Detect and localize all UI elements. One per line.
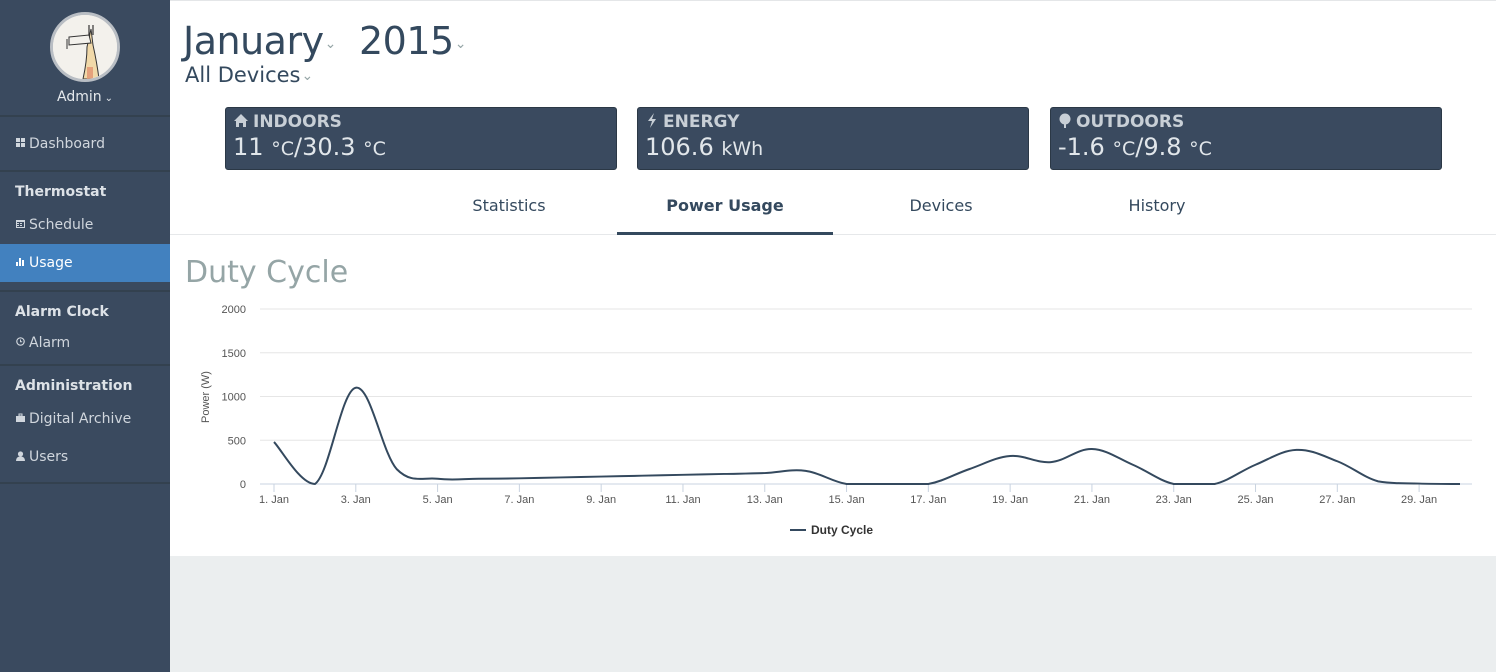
x-tick-label: 25. Jan <box>1237 494 1273 506</box>
duty-cycle-chart: 0 500 1000 1500 2000 1. Jan 3. Jan 5. Jan 7. Ja… <box>200 304 1472 537</box>
chevron-down-icon: ⌄ <box>104 93 113 104</box>
y-tick-label: 2000 <box>222 304 246 316</box>
giraffe-icon <box>53 15 117 79</box>
indoor-max-temp: 30.3 <box>302 133 356 161</box>
month-label: January <box>183 19 324 63</box>
stat-value: -1.6 °C/9.8 °C <box>1058 133 1434 161</box>
stat-value: 11 °C/30.3 °C <box>233 133 609 161</box>
page-background <box>170 556 1496 672</box>
unit-label: °C <box>271 138 294 160</box>
month-dropdown[interactable]: January⌄ <box>183 19 336 63</box>
sidebar-item-label: Dashboard <box>29 135 105 152</box>
tab-history[interactable]: History <box>1049 187 1265 235</box>
y-tick-label: 0 <box>240 479 246 491</box>
energy-value: 106.6 <box>645 133 714 161</box>
lightning-icon <box>645 112 659 132</box>
stat-label: ENERGY <box>663 112 740 132</box>
outdoor-min-temp: -1.6 <box>1058 133 1105 161</box>
user-icon <box>15 450 26 464</box>
stat-label: OUTDOORS <box>1076 112 1185 132</box>
x-tick-label: 21. Jan <box>1074 494 1110 506</box>
x-tick-label: 17. Jan <box>910 494 946 506</box>
x-tick-label: 19. Jan <box>992 494 1028 506</box>
y-tick-label: 1000 <box>222 392 246 404</box>
x-tick-label: 11. Jan <box>665 494 700 506</box>
x-tick-label: 5. Jan <box>423 494 453 506</box>
home-icon <box>233 113 249 132</box>
nav-section-alarm-clock: Alarm Clock Alarm <box>0 292 170 366</box>
legend-label: Duty Cycle <box>811 523 873 537</box>
sidebar-item-dashboard[interactable]: Dashboard <box>0 136 105 152</box>
tab-power-usage[interactable]: Power Usage <box>617 187 833 235</box>
sidebar-item-label: Users <box>29 449 69 465</box>
user-name: Admin <box>56 89 102 105</box>
main-content: January⌄ 2015⌄ All Devices⌄ INDOORS 11 °… <box>170 0 1496 556</box>
x-tick-label: 13. Jan <box>747 494 783 506</box>
date-selector: January⌄ 2015⌄ <box>183 19 466 63</box>
chart-title: Duty Cycle <box>185 255 349 290</box>
x-tick-label: 9. Jan <box>586 494 616 506</box>
year-label: 2015 <box>358 19 454 63</box>
tree-icon <box>1058 113 1072 132</box>
sidebar: Admin ⌄ Dashboard Thermostat Schedule Usa… <box>0 0 170 672</box>
x-tick-label: 29. Jan <box>1401 494 1437 506</box>
nav-section-thermostat: Thermostat Schedule Usage <box>0 172 170 292</box>
device-filter-label: All Devices <box>185 63 301 87</box>
calendar-icon <box>15 219 26 231</box>
x-tick-label: 15. Jan <box>829 494 865 506</box>
chevron-down-icon: ⌄ <box>324 35 337 52</box>
stat-label: INDOORS <box>253 112 342 132</box>
x-tick-label: 3. Jan <box>341 494 371 506</box>
y-tick-label: 1500 <box>222 348 246 360</box>
x-tick-label: 23. Jan <box>1156 494 1192 506</box>
nav-section-administration: Administration Digital Archive Users <box>0 366 170 484</box>
user-menu[interactable]: Admin ⌄ <box>0 89 170 105</box>
grid-icon <box>15 137 26 150</box>
sidebar-item-alarm[interactable]: Alarm <box>0 326 170 360</box>
x-tick-label: 1. Jan <box>259 494 289 506</box>
stat-value: 106.6 kWh <box>645 133 1021 161</box>
separator: / <box>293 133 303 161</box>
sidebar-item-schedule[interactable]: Schedule <box>0 206 170 244</box>
indoor-min-temp: 11 <box>233 133 264 161</box>
avatar[interactable] <box>50 12 120 82</box>
unit-label: °C <box>1189 138 1212 160</box>
sidebar-item-usage[interactable]: Usage <box>0 244 170 282</box>
clock-icon <box>15 337 26 349</box>
chevron-down-icon: ⌄ <box>301 68 314 84</box>
outdoor-max-temp: 9.8 <box>1143 133 1182 161</box>
nav-section-dashboard: Dashboard <box>0 117 170 172</box>
section-heading: Administration <box>15 378 133 394</box>
sidebar-item-users[interactable]: Users <box>0 438 170 476</box>
section-heading: Alarm Clock <box>15 304 109 320</box>
y-tick-label: 500 <box>228 435 246 447</box>
sidebar-item-label: Digital Archive <box>29 411 132 427</box>
tab-statistics[interactable]: Statistics <box>401 187 617 235</box>
unit-label: kWh <box>721 138 764 160</box>
unit-label: °C <box>363 138 386 160</box>
legend[interactable]: Duty Cycle <box>790 523 873 537</box>
briefcase-icon <box>15 413 26 425</box>
profile: Admin ⌄ <box>0 0 170 117</box>
bar-chart-icon <box>15 257 26 269</box>
y-axis-label: Power (W) <box>200 371 212 423</box>
tab-devices[interactable]: Devices <box>833 187 1049 235</box>
sidebar-item-label: Schedule <box>29 217 94 233</box>
x-tick-label: 27. Jan <box>1319 494 1355 506</box>
tab-bar: Statistics Power Usage Devices History <box>170 187 1496 235</box>
sidebar-item-digital-archive[interactable]: Digital Archive <box>0 400 170 438</box>
x-tick-label: 7. Jan <box>504 494 534 506</box>
stat-card-energy: ENERGY 106.6 kWh <box>637 107 1029 170</box>
chevron-down-icon: ⌄ <box>454 35 467 52</box>
sidebar-item-label: Usage <box>29 255 73 271</box>
device-filter-dropdown[interactable]: All Devices⌄ <box>185 63 313 87</box>
stat-card-indoors: INDOORS 11 °C/30.3 °C <box>225 107 617 170</box>
section-heading: Thermostat <box>15 184 107 200</box>
stat-card-outdoors: OUTDOORS -1.6 °C/9.8 °C <box>1050 107 1442 170</box>
series-line-duty-cycle <box>273 386 1461 486</box>
year-dropdown[interactable]: 2015⌄ <box>359 19 466 63</box>
sidebar-item-label: Alarm <box>29 335 71 351</box>
unit-label: °C <box>1112 138 1136 160</box>
